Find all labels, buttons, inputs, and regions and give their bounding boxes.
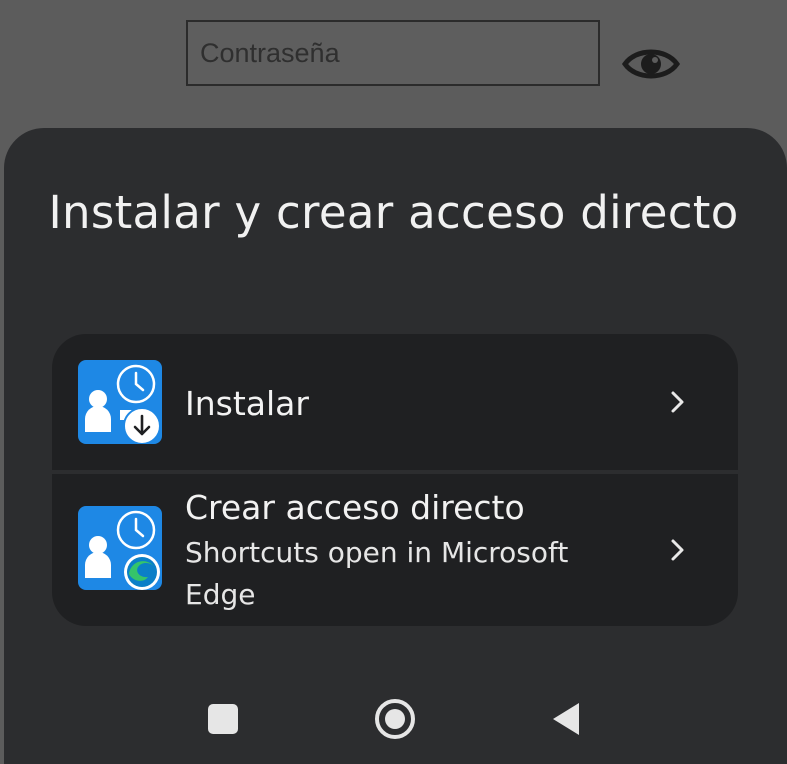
create-shortcut-sublabel: Shortcuts open in Microsoft Edge bbox=[185, 536, 569, 611]
square-icon[interactable] bbox=[192, 686, 252, 746]
install-label: Instalar bbox=[185, 384, 309, 423]
chevron-right-icon bbox=[671, 539, 684, 561]
password-input[interactable] bbox=[188, 22, 598, 84]
screen: Instalar y crear acceso directo Instalar bbox=[0, 0, 787, 764]
chevron-right-icon bbox=[671, 391, 684, 413]
circle-icon[interactable] bbox=[364, 686, 424, 746]
options-list: Instalar Crear acceso directo Shortcuts … bbox=[52, 334, 738, 626]
install-option[interactable]: Instalar bbox=[52, 334, 738, 470]
app-icon-with-edge-badge bbox=[78, 506, 162, 590]
create-shortcut-label: Crear acceso directo bbox=[185, 488, 525, 527]
sheet-title: Instalar y crear acceso directo bbox=[48, 186, 739, 239]
password-field[interactable] bbox=[186, 20, 600, 86]
eye-icon[interactable] bbox=[622, 44, 680, 84]
create-shortcut-option[interactable]: Crear acceso directo Shortcuts open in M… bbox=[52, 474, 738, 626]
triangle-back-icon[interactable] bbox=[536, 686, 596, 746]
navigation-bar bbox=[0, 686, 787, 756]
app-icon-with-download-badge bbox=[78, 360, 162, 444]
